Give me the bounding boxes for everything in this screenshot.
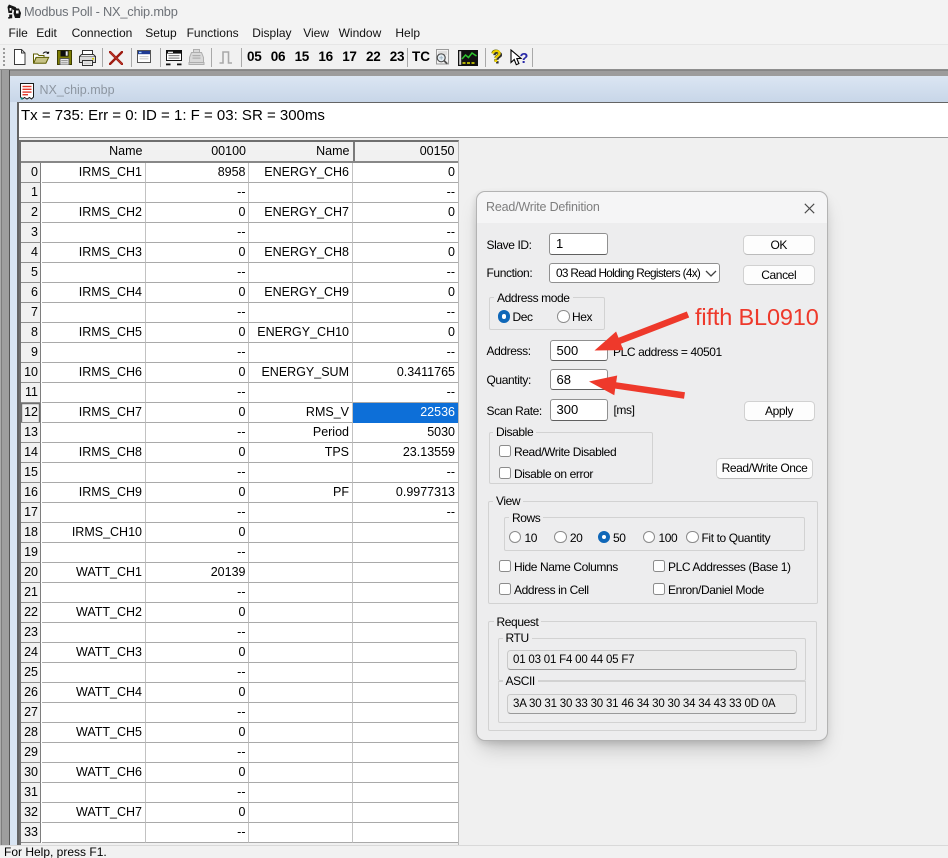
svg-text:?: ? [520,51,529,67]
